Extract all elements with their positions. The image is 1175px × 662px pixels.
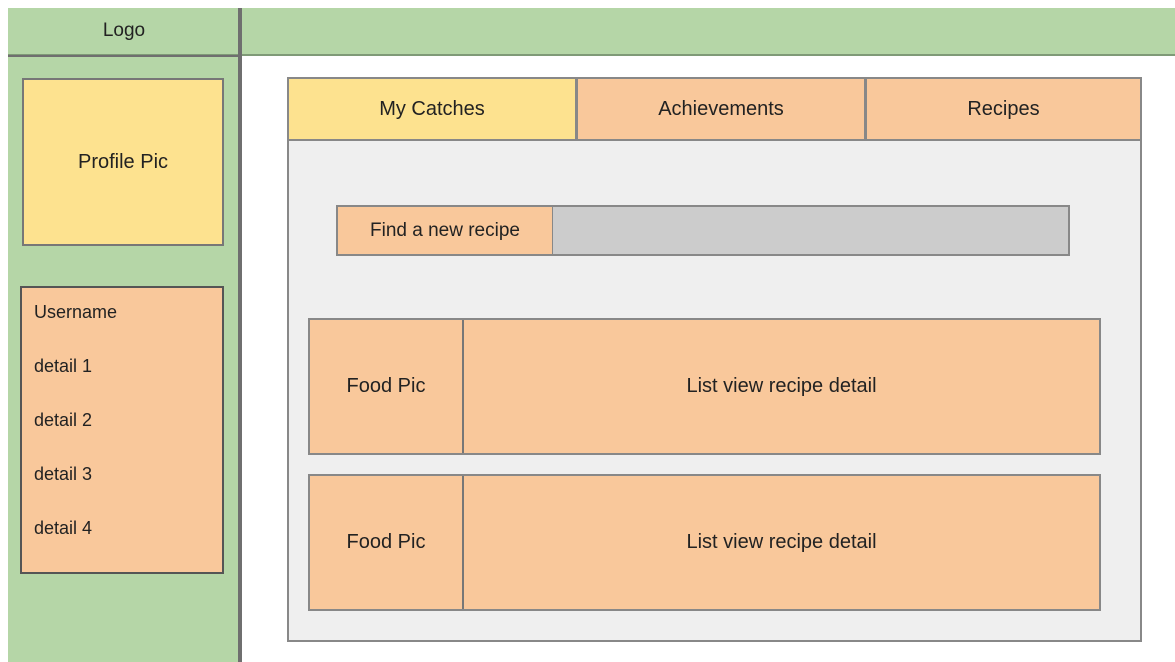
detail-3: detail 3	[34, 464, 93, 484]
sidebar-divider	[238, 8, 242, 662]
recipe-search-input[interactable]	[553, 205, 1070, 256]
recipe-list-item[interactable]: Food Pic List view recipe detail	[308, 474, 1101, 611]
tab-achievements[interactable]: Achievements	[576, 77, 866, 141]
recipe-detail: List view recipe detail	[686, 531, 877, 553]
food-pic: Food Pic	[310, 476, 464, 609]
username: Username	[34, 302, 118, 322]
recipe-detail: List view recipe detail	[686, 375, 877, 397]
user-details-panel: Username detail 1 detail 2 detail 3 deta…	[20, 286, 224, 574]
profile-pic[interactable]: Profile Pic	[22, 78, 224, 246]
tab-my-catches[interactable]: My Catches	[287, 77, 577, 141]
find-recipe-label: Find a new recipe	[336, 205, 554, 256]
tab-recipes[interactable]: Recipes	[865, 77, 1142, 141]
food-pic: Food Pic	[310, 320, 464, 453]
detail-4: detail 4	[34, 518, 93, 538]
logo[interactable]: Logo	[8, 8, 240, 56]
detail-2: detail 2	[34, 410, 93, 430]
header-divider	[8, 55, 240, 57]
recipe-list-item[interactable]: Food Pic List view recipe detail	[308, 318, 1101, 455]
top-bar	[240, 8, 1175, 56]
detail-1: detail 1	[34, 356, 93, 376]
